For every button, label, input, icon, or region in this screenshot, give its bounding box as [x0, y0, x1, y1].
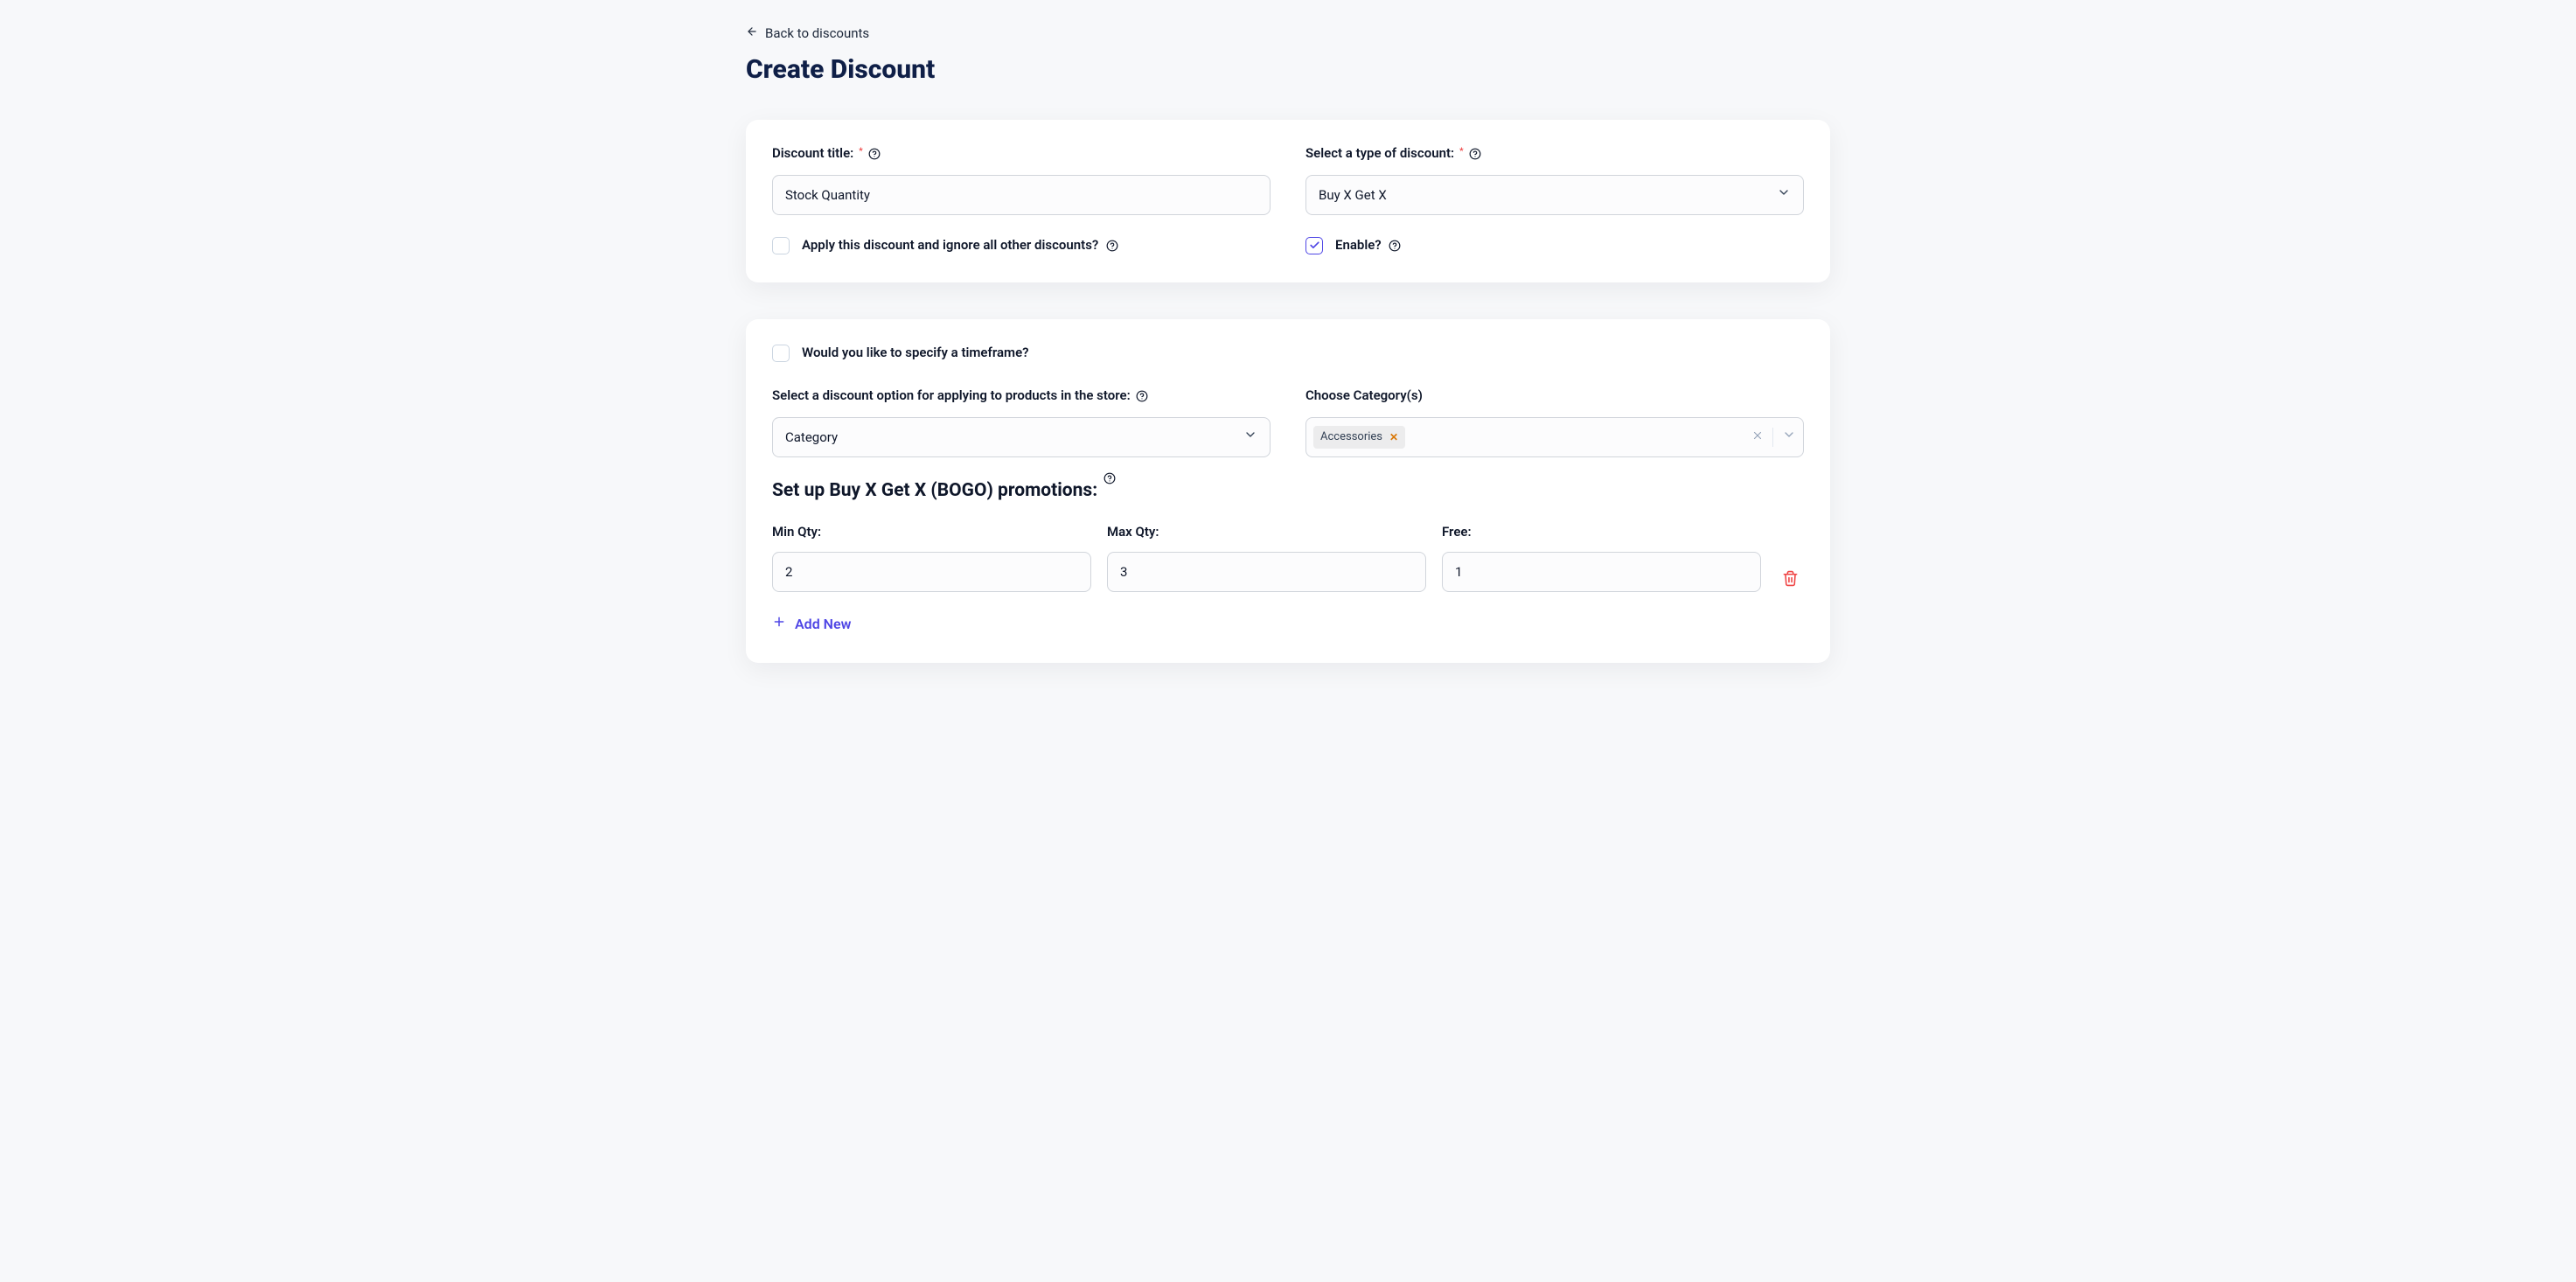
discount-option-select[interactable]: Category: [772, 417, 1271, 457]
discount-rules-card: Would you like to specify a timeframe? S…: [746, 319, 1830, 663]
help-icon[interactable]: [1105, 239, 1118, 252]
help-icon[interactable]: [1389, 239, 1402, 252]
delete-row-button[interactable]: [1777, 561, 1804, 592]
enable-label: Enable?: [1335, 236, 1402, 254]
category-tag: Accessories ✕: [1313, 426, 1405, 449]
free-qty-label: Free:: [1442, 523, 1761, 541]
choose-category-label: Choose Category(s): [1305, 387, 1804, 405]
discount-title-input[interactable]: Stock Quantity: [772, 175, 1271, 215]
remove-tag-icon[interactable]: ✕: [1389, 430, 1398, 445]
arrow-left-icon: [746, 24, 758, 43]
timeframe-label: Would you like to specify a timeframe?: [802, 344, 1029, 362]
discount-basics-card: Discount title: * Stock Quantity Apply t…: [746, 120, 1830, 282]
discount-option-label: Select a discount option for applying to…: [772, 387, 1271, 405]
timeframe-checkbox[interactable]: [772, 345, 790, 362]
help-icon[interactable]: [1469, 147, 1482, 160]
discount-type-select[interactable]: Buy X Get X: [1305, 175, 1804, 215]
plus-icon: [772, 615, 786, 634]
enable-checkbox[interactable]: [1305, 237, 1323, 254]
required-indicator: *: [1459, 146, 1464, 158]
back-link-label: Back to discounts: [765, 24, 869, 43]
min-qty-label: Min Qty:: [772, 523, 1091, 541]
max-qty-label: Max Qty:: [1107, 523, 1426, 541]
chevron-down-icon: [1243, 428, 1257, 447]
ignore-others-label: Apply this discount and ignore all other…: [802, 236, 1118, 254]
free-qty-input[interactable]: 1: [1442, 552, 1761, 592]
add-new-button[interactable]: Add New: [772, 615, 851, 634]
discount-title-label: Discount title: *: [772, 144, 1271, 163]
bogo-section-heading: Set up Buy X Get X (BOGO) promotions:: [772, 478, 1804, 504]
discount-type-label: Select a type of discount: *: [1305, 144, 1804, 163]
required-indicator: *: [859, 146, 863, 158]
chevron-down-icon: [1777, 185, 1791, 205]
add-new-label: Add New: [795, 615, 851, 634]
category-tag-label: Accessories: [1320, 429, 1382, 445]
max-qty-input[interactable]: 3: [1107, 552, 1426, 592]
ignore-others-checkbox[interactable]: [772, 237, 790, 254]
chevron-down-icon[interactable]: [1782, 428, 1796, 447]
help-icon[interactable]: [868, 147, 881, 160]
page-title: Create Discount: [746, 52, 1830, 88]
clear-all-icon[interactable]: [1751, 428, 1764, 447]
category-multiselect[interactable]: Accessories ✕: [1305, 417, 1804, 457]
back-to-discounts-link[interactable]: Back to discounts: [746, 24, 869, 43]
help-icon[interactable]: [1136, 389, 1149, 402]
min-qty-input[interactable]: 2: [772, 552, 1091, 592]
help-icon[interactable]: [1103, 471, 1116, 484]
